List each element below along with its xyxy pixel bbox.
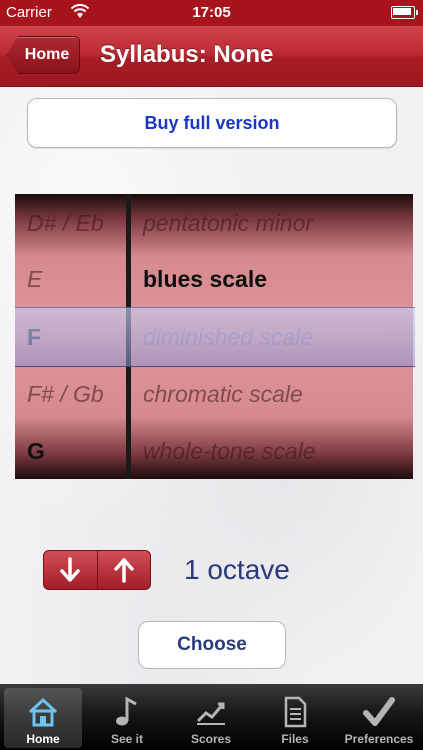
key-option[interactable]: G [15,422,126,479]
tab-label: Home [26,732,60,746]
chart-line-icon [196,702,225,725]
tab-label: See it [110,732,143,746]
key-option[interactable]: F# / Gb [15,365,126,423]
tab-files[interactable]: Files [256,688,334,748]
battery-icon [391,6,418,19]
key-option[interactable]: E [15,250,126,308]
scale-option[interactable]: whole-tone scale [131,422,413,479]
octave-stepper[interactable] [43,550,151,590]
scale-wheel[interactable]: pentatonic minor blues scale diminished … [131,194,413,479]
octave-label: 1 octave [184,554,290,585]
page-title: Syllabus: None [100,41,274,68]
tab-preferences[interactable]: Preferences [340,688,418,748]
key-option-selected[interactable]: F [15,308,126,366]
key-wheel[interactable]: D# / Eb E F F# / Gb G [15,194,126,479]
tab-scores[interactable]: Scores [172,688,250,748]
scale-option[interactable]: chromatic scale [131,365,413,423]
arrow-down-icon [60,557,80,582]
tab-label: Scores [190,732,232,746]
music-note-icon [116,696,137,726]
scale-option[interactable]: pentatonic minor [131,194,413,252]
status-time: 17:05 [192,4,231,21]
octave-down-button[interactable] [44,551,98,589]
house-icon [28,698,58,727]
scale-picker[interactable]: D# / Eb E F F# / Gb G pentatonic minor b… [15,194,415,479]
tab-label: Preferences [344,732,414,746]
status-bar: Carrier 17:05 [0,0,423,26]
arrow-up-icon [114,558,134,583]
scale-option-selected[interactable]: diminished scale [131,308,413,366]
key-option[interactable]: D# / Eb [15,194,126,252]
tab-home[interactable]: Home [4,688,82,748]
octave-up-button[interactable] [98,551,151,589]
tab-see-it[interactable]: See it [88,688,166,748]
scale-option[interactable]: blues scale [131,250,413,308]
tab-bar: Home See it Scores Files Preferences [0,684,423,750]
document-icon [284,696,307,728]
choose-button[interactable]: Choose [138,621,286,669]
buy-full-version-button[interactable]: Buy full version [27,98,397,148]
home-back-button[interactable]: Home [6,36,80,74]
navigation-bar: Home Syllabus: None [0,26,423,87]
checkmark-icon [363,697,395,726]
tab-label: Files [281,732,309,746]
